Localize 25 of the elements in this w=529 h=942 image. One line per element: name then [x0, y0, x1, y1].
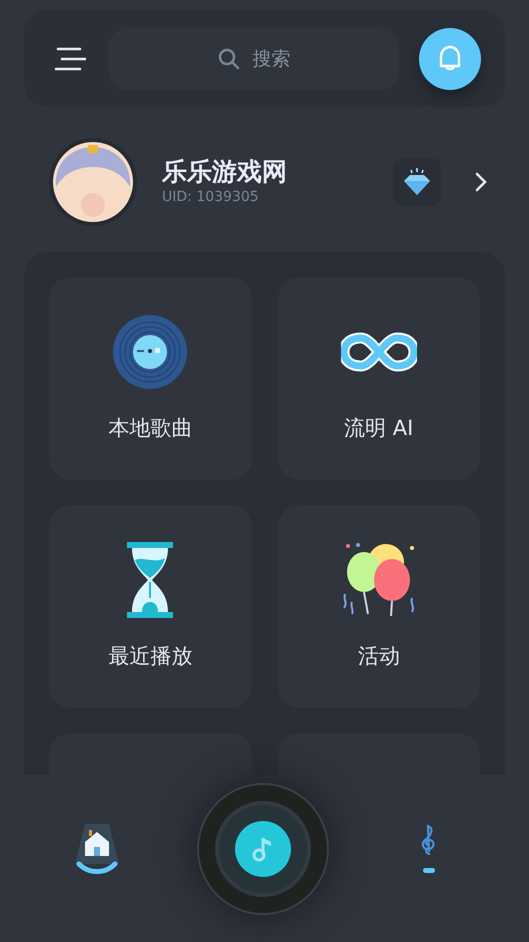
hourglass-icon: [127, 542, 174, 618]
user-id: UID: 1039305: [162, 188, 260, 208]
feature-label: 流明 AI: [344, 414, 414, 442]
vip-button[interactable]: [393, 158, 441, 206]
feature-card[interactable]: 最近播放: [49, 505, 252, 708]
vinyl-disc-icon: [113, 314, 188, 389]
house-icon: [75, 824, 119, 874]
diamond-icon: [402, 167, 432, 197]
feature-label: 最近播放: [108, 642, 192, 670]
menu-icon: [54, 46, 86, 70]
tab-indicator: [423, 868, 435, 873]
search-icon: [218, 48, 240, 70]
infinity-icon: [340, 332, 417, 372]
feature-label: 本地歌曲: [108, 414, 192, 442]
feature-label: 活动: [358, 642, 400, 670]
feature-card[interactable]: 流明 AI: [278, 277, 480, 480]
bell-icon: [437, 44, 463, 72]
user-name: 乐乐游戏网: [162, 156, 288, 188]
chevron-right-icon: [475, 172, 487, 192]
feature-card[interactable]: 本地歌曲: [49, 277, 252, 480]
music-note-icon: [252, 836, 274, 862]
treble-clef-icon: [421, 824, 437, 856]
search-field[interactable]: 搜索: [108, 28, 399, 90]
balloons-icon: [342, 542, 416, 618]
feature-card[interactable]: 活动: [278, 505, 480, 708]
